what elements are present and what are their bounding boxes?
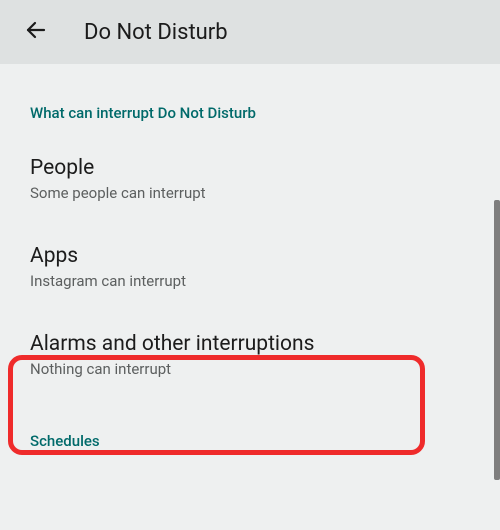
item-title: People (30, 156, 470, 180)
item-subtitle: Nothing can interrupt (30, 360, 470, 378)
page-title: Do Not Disturb (84, 20, 228, 45)
settings-content: What can interrupt Do Not Disturb People… (0, 64, 500, 450)
item-subtitle: Instagram can interrupt (30, 272, 470, 290)
item-subtitle: Some people can interrupt (30, 184, 470, 202)
settings-item-alarms[interactable]: Alarms and other interruptions Nothing c… (0, 310, 500, 398)
section-header-interrupt: What can interrupt Do Not Disturb (0, 64, 500, 134)
settings-item-apps[interactable]: Apps Instagram can interrupt (0, 222, 500, 310)
arrow-back-icon (24, 18, 48, 46)
back-button[interactable] (16, 12, 56, 52)
item-title: Alarms and other interruptions (30, 332, 470, 356)
top-app-bar: Do Not Disturb (0, 0, 500, 64)
section-header-schedules: Schedules (0, 398, 500, 450)
scrollbar[interactable] (494, 200, 500, 480)
item-title: Apps (30, 244, 470, 268)
settings-item-people[interactable]: People Some people can interrupt (0, 134, 500, 222)
